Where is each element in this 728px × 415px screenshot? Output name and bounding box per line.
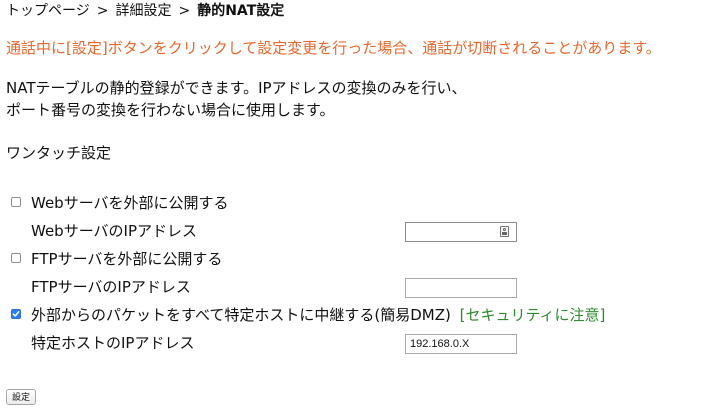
checkmark-icon [12, 311, 20, 317]
dmz-host-ip-input[interactable]: 192.168.0.X [405, 334, 517, 354]
warning-message: 通話中に[設定]ボタンをクリックして設定変更を行った場合、通話が切断されることが… [6, 39, 661, 57]
breadcrumb: トップページ > 詳細設定 > 静的NAT設定 [6, 2, 284, 20]
static-nat-settings-page: トップページ > 詳細設定 > 静的NAT設定 通話中に[設定]ボタンをクリック… [0, 0, 728, 415]
breadcrumb-current-page: 静的NAT設定 [197, 3, 285, 19]
breadcrumb-separator: > [178, 3, 191, 19]
submit-settings-button[interactable]: 設定 [6, 389, 37, 405]
dmz-row: 外部からのパケットをすべて特定ホストに中継する(簡易DMZ) [セキュリティに注… [31, 305, 605, 325]
web-server-publish-checkbox[interactable] [11, 197, 21, 207]
security-warning-note: [セキュリティに注意] [459, 306, 606, 324]
description-line-2: ポート番号の変換を行わない場合に使用します。 [6, 101, 335, 119]
web-server-publish-label[interactable]: Webサーバを外部に公開する [31, 193, 229, 213]
breadcrumb-advanced-settings-link[interactable]: 詳細設定 [115, 2, 171, 20]
ftp-server-publish-checkbox[interactable] [11, 253, 21, 263]
description-line-1: NATテーブルの静的登録ができます。IPアドレスの変換のみを行い、 [6, 79, 467, 97]
ftp-server-ip-input[interactable] [405, 278, 517, 298]
ftp-server-ip-label: FTPサーバのIPアドレス [31, 278, 191, 296]
contact-card-icon[interactable] [500, 226, 509, 237]
breadcrumb-separator: > [96, 3, 109, 19]
dmz-host-ip-label: 特定ホストのIPアドレス [31, 334, 195, 352]
breadcrumb-top-page-link[interactable]: トップページ [6, 2, 90, 20]
dmz-checkbox[interactable] [11, 309, 21, 319]
section-title-one-touch: ワンタッチ設定 [6, 144, 112, 162]
web-server-ip-label: WebサーバのIPアドレス [31, 222, 198, 240]
page-description: NATテーブルの静的登録ができます。IPアドレスの変換のみを行い、 ポート番号の… [6, 77, 467, 121]
dmz-checkbox-label[interactable]: 外部からのパケットをすべて特定ホストに中継する(簡易DMZ) [31, 306, 451, 324]
ftp-server-publish-label[interactable]: FTPサーバを外部に公開する [31, 249, 222, 269]
